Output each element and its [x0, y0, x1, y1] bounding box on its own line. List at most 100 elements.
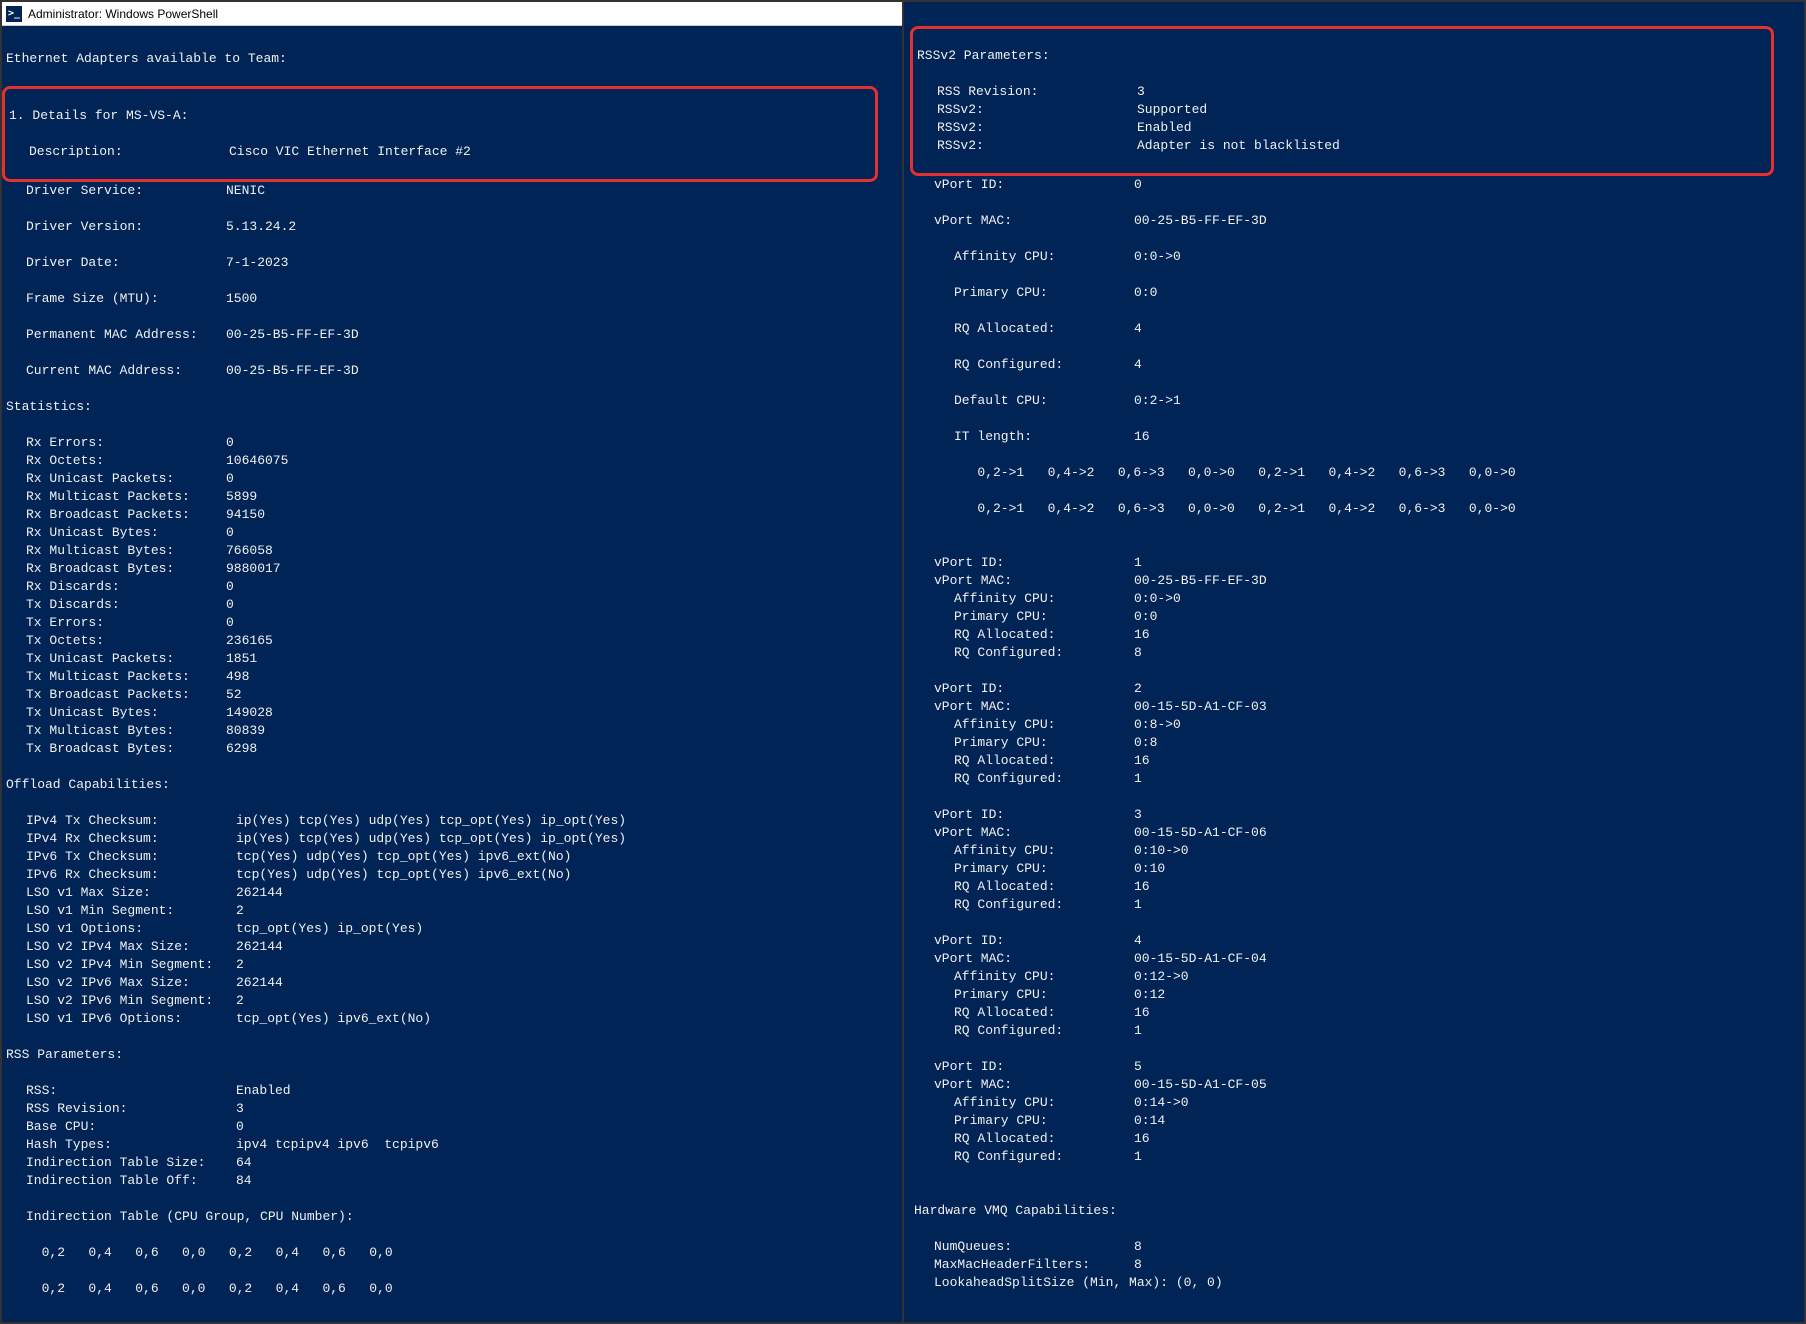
rssv2-row: RSSv2:Enabled: [917, 119, 1767, 137]
description-line: Description:Cisco VIC Ethernet Interface…: [9, 143, 871, 161]
vport-mac: vPort MAC:00-15-5D-A1-CF-03: [914, 698, 1794, 716]
stat-row: Tx Broadcast Packets:52: [6, 686, 898, 704]
highlight-box-right: RSSv2 Parameters: RSS Revision:3RSSv2:Su…: [910, 26, 1774, 176]
terminal-output-right[interactable]: RSSv2 Parameters: RSS Revision:3RSSv2:Su…: [904, 2, 1804, 1323]
window-title: Administrator: Windows PowerShell: [28, 7, 218, 21]
rss-row: RSS:Enabled: [6, 1082, 898, 1100]
primary-cpu: Primary CPU:0:0: [914, 608, 1794, 626]
stats-block: Rx Errors:0Rx Octets:10646075Rx Unicast …: [6, 434, 898, 758]
rssv2-block: RSS Revision:3RSSv2:SupportedRSSv2:Enabl…: [917, 83, 1767, 155]
rss-row: Indirection Table Off:84: [6, 1172, 898, 1190]
vport-mac: vPort MAC:00-15-5D-A1-CF-04: [914, 950, 1794, 968]
vport-mac: vPort MAC:00-25-B5-FF-EF-3D: [914, 212, 1794, 230]
driver-version: Driver Version:5.13.24.2: [6, 218, 898, 236]
offload-row: LSO v1 Options:tcp_opt(Yes) ip_opt(Yes): [6, 920, 898, 938]
mtu: Frame Size (MTU):1500: [6, 290, 898, 308]
stat-row: Tx Octets:236165: [6, 632, 898, 650]
highlight-box-left: 1. Details for MS-VS-A: Description:Cisc…: [2, 86, 878, 182]
rssv2-row: RSSv2:Supported: [917, 101, 1767, 119]
blank-line: [914, 536, 1794, 554]
rssv2-row: RSS Revision:3: [917, 83, 1767, 101]
offload-row: IPv6 Tx Checksum:tcp(Yes) udp(Yes) tcp_o…: [6, 848, 898, 866]
stat-row: Tx Unicast Packets:1851: [6, 650, 898, 668]
vport-mac: vPort MAC:00-15-5D-A1-CF-06: [914, 824, 1794, 842]
powershell-icon: >_: [6, 6, 22, 22]
powershell-window-right: RSSv2 Parameters: RSS Revision:3RSSv2:Su…: [903, 1, 1805, 1323]
stat-row: Rx Discards:0: [6, 578, 898, 596]
offload-row: LSO v2 IPv6 Max Size:262144: [6, 974, 898, 992]
rq-allocated: RQ Allocated:16: [914, 878, 1794, 896]
rq-allocated: RQ Allocated:16: [914, 1004, 1794, 1022]
titlebar[interactable]: >_ Administrator: Windows PowerShell: [2, 2, 902, 26]
rq-configured: RQ Configured:1: [914, 896, 1794, 914]
it-row: 0,2->1 0,4->2 0,6->3 0,0->0 0,2->1 0,4->…: [914, 464, 1794, 482]
primary-cpu: Primary CPU:0:8: [914, 734, 1794, 752]
affinity-cpu: Affinity CPU:0:0->0: [914, 590, 1794, 608]
affinity-cpu: Affinity CPU:0:8->0: [914, 716, 1794, 734]
primary-cpu: Primary CPU:0:14: [914, 1112, 1794, 1130]
stat-row: Rx Unicast Packets:0: [6, 470, 898, 488]
rq-configured: RQ Configured:8: [914, 644, 1794, 662]
hw-vmq-row: LookaheadSplitSize (Min, Max): (0, 0): [914, 1274, 1794, 1292]
driver-date: Driver Date:7-1-2023: [6, 254, 898, 272]
stat-row: Rx Broadcast Packets:94150: [6, 506, 898, 524]
rq-allocated: RQ Allocated:16: [914, 1130, 1794, 1148]
rq-configured: RQ Configured:1: [914, 770, 1794, 788]
offload-row: LSO v2 IPv4 Min Segment:2: [6, 956, 898, 974]
stat-row: Rx Multicast Packets:5899: [6, 488, 898, 506]
indir-table-label: Indirection Table (CPU Group, CPU Number…: [6, 1208, 898, 1226]
stat-row: Tx Multicast Packets:498: [6, 668, 898, 686]
rss-row: Hash Types:ipv4 tcpipv4 ipv6 tcpipv6: [6, 1136, 898, 1154]
stats-header: Statistics:: [6, 398, 898, 416]
offload-header: Offload Capabilities:: [6, 776, 898, 794]
indir-row: 0,2 0,4 0,6 0,0 0,2 0,4 0,6 0,0: [6, 1280, 898, 1298]
hw-vmq-block: NumQueues:8MaxMacHeaderFilters:8Lookahea…: [914, 1238, 1794, 1292]
vport-id: vPort ID:5: [914, 1058, 1794, 1076]
stat-row: Rx Multicast Bytes:766058: [6, 542, 898, 560]
stat-row: Tx Multicast Bytes:80839: [6, 722, 898, 740]
stat-row: Tx Discards:0: [6, 596, 898, 614]
rq-allocated: RQ Allocated:16: [914, 626, 1794, 644]
rss-row: Indirection Table Size:64: [6, 1154, 898, 1172]
vport-id: vPort ID:2: [914, 680, 1794, 698]
stat-row: Rx Octets:10646075: [6, 452, 898, 470]
terminal-output-left[interactable]: Ethernet Adapters available to Team: 1. …: [2, 26, 902, 1323]
blank-line: [914, 788, 1794, 806]
vport-id: vPort ID:3: [914, 806, 1794, 824]
offload-block: IPv4 Tx Checksum:ip(Yes) tcp(Yes) udp(Ye…: [6, 812, 898, 1028]
it-row: 0,2->1 0,4->2 0,6->3 0,0->0 0,2->1 0,4->…: [914, 500, 1794, 518]
affinity-cpu: Affinity CPU:0:14->0: [914, 1094, 1794, 1112]
hw-vmq-row: MaxMacHeaderFilters:8: [914, 1256, 1794, 1274]
it-length: IT length:16: [914, 428, 1794, 446]
rssv2-row: RSSv2:Adapter is not blacklisted: [917, 137, 1767, 155]
stat-row: Tx Unicast Bytes:149028: [6, 704, 898, 722]
stat-row: Tx Broadcast Bytes:6298: [6, 740, 898, 758]
blank-line: [914, 914, 1794, 932]
rq-configured: RQ Configured:1: [914, 1148, 1794, 1166]
primary-cpu: Primary CPU:0:0: [914, 284, 1794, 302]
affinity-cpu: Affinity CPU:0:12->0: [914, 968, 1794, 986]
stat-row: Tx Errors:0: [6, 614, 898, 632]
indir-row: 0,2 0,4 0,6 0,0 0,2 0,4 0,6 0,0: [6, 1244, 898, 1262]
hw-vmq-header: Hardware VMQ Capabilities:: [914, 1202, 1794, 1220]
stat-row: Rx Errors:0: [6, 434, 898, 452]
details-line: 1. Details for MS-VS-A:: [9, 107, 871, 125]
rq-configured: RQ Configured:1: [914, 1022, 1794, 1040]
offload-row: LSO v2 IPv6 Min Segment:2: [6, 992, 898, 1010]
affinity-cpu: Affinity CPU:0:10->0: [914, 842, 1794, 860]
vport-id: vPort ID:4: [914, 932, 1794, 950]
cur-mac: Current MAC Address:00-25-B5-FF-EF-3D: [6, 362, 898, 380]
offload-row: LSO v2 IPv4 Max Size:262144: [6, 938, 898, 956]
powershell-window-left: >_ Administrator: Windows PowerShell Eth…: [1, 1, 903, 1323]
hw-vmq-row: NumQueues:8: [914, 1238, 1794, 1256]
primary-cpu: Primary CPU:0:12: [914, 986, 1794, 1004]
offload-row: IPv4 Rx Checksum:ip(Yes) tcp(Yes) udp(Ye…: [6, 830, 898, 848]
blank-line: [914, 1166, 1794, 1184]
rq-allocated: RQ Allocated:4: [914, 320, 1794, 338]
affinity-cpu: Affinity CPU:0:0->0: [914, 248, 1794, 266]
stat-row: Rx Unicast Bytes:0: [6, 524, 898, 542]
vport-mac: vPort MAC:00-15-5D-A1-CF-05: [914, 1076, 1794, 1094]
offload-row: IPv4 Tx Checksum:ip(Yes) tcp(Yes) udp(Ye…: [6, 812, 898, 830]
rss-header: RSS Parameters:: [6, 1046, 898, 1064]
perm-mac: Permanent MAC Address:00-25-B5-FF-EF-3D: [6, 326, 898, 344]
